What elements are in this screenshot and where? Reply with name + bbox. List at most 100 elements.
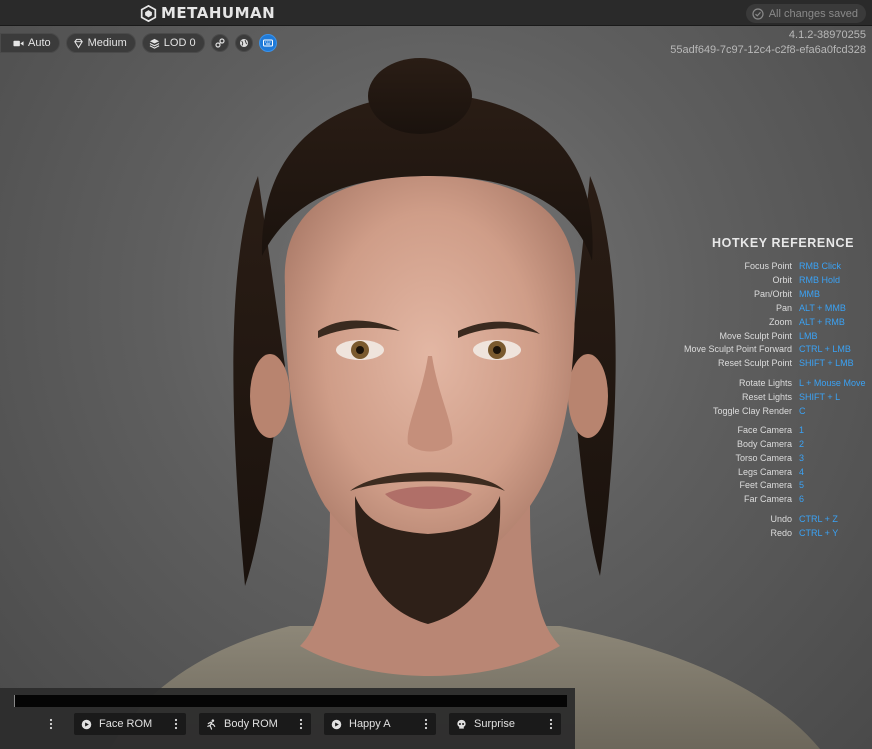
hotkey-row: Focus Point RMB Click bbox=[600, 259, 872, 273]
animation-slot-label: Happy A bbox=[349, 718, 391, 730]
hotkey-row: Torso Camera 3 bbox=[600, 451, 872, 465]
animation-slot-label: Face ROM bbox=[99, 718, 153, 730]
hotkey-action-label: Move Sculpt Point Forward bbox=[683, 344, 792, 354]
layers-icon bbox=[149, 38, 160, 49]
diamond-icon bbox=[73, 38, 83, 49]
hotkey-title: HOTKEY REFERENCE bbox=[712, 236, 855, 250]
keyboard-hotkeys-button[interactable] bbox=[258, 34, 277, 52]
logo-text: METAHUMAN bbox=[161, 4, 276, 22]
more-vertical-icon bbox=[549, 718, 553, 730]
hotkey-action-label: Undo bbox=[770, 514, 792, 524]
build-info: 4.1.2-38970255 55adf649-7c97-12c4-c2f8-e… bbox=[670, 28, 866, 58]
hotkey-row: Move Sculpt Point Forward CTRL + LMB bbox=[600, 342, 872, 356]
timeline-bar[interactable] bbox=[14, 695, 567, 707]
hotkey-action-label: Body Camera bbox=[736, 439, 792, 449]
hotkey-shortcut: 2 bbox=[799, 439, 805, 449]
hotkey-row: Reset Lights SHIFT + L bbox=[600, 390, 872, 404]
hotkey-shortcut: SHIFT + LMB bbox=[799, 358, 854, 368]
hotkey-row: Feet Camera 5 bbox=[600, 478, 872, 492]
skull-icon bbox=[456, 719, 467, 730]
animation-slot-menu[interactable] bbox=[292, 713, 310, 735]
hotkey-action-label: Torso Camera bbox=[735, 453, 792, 463]
globe-icon bbox=[239, 39, 248, 47]
hotkey-row: Zoom ALT + RMB bbox=[600, 315, 872, 329]
hotkey-shortcut: ALT + RMB bbox=[799, 317, 845, 327]
animation-slot-menu[interactable] bbox=[167, 713, 185, 735]
running-figure-icon bbox=[206, 718, 217, 730]
link-icon bbox=[214, 38, 225, 48]
hotkey-row: Face Camera 1 bbox=[600, 423, 872, 437]
quality-label: Medium bbox=[87, 37, 127, 49]
hotkey-shortcut: 1 bbox=[799, 425, 805, 435]
hotkey-shortcut: 6 bbox=[799, 494, 805, 504]
hotkey-shortcut: SHIFT + L bbox=[799, 392, 841, 402]
animation-slot-menu[interactable] bbox=[542, 713, 560, 735]
build-guid-text: 55adf649-7c97-12c4-c2f8-efa6a0fcd328 bbox=[670, 44, 866, 56]
save-status-text: All changes saved bbox=[768, 7, 858, 20]
hotkey-action-label: Feet Camera bbox=[739, 480, 792, 490]
hotkey-shortcut: RMB Click bbox=[799, 261, 841, 271]
hotkey-action-label: Zoom bbox=[768, 317, 792, 327]
hotkey-row: Far Camera 6 bbox=[600, 492, 872, 506]
hotkey-action-label: Focus Point bbox=[744, 261, 792, 271]
hotkey-row: Move Sculpt Point LMB bbox=[600, 329, 872, 343]
hotkey-row: Body Camera 2 bbox=[600, 437, 872, 451]
hotkey-row: Redo CTRL + Y bbox=[600, 526, 872, 540]
check-circle-icon bbox=[752, 7, 764, 20]
animation-options-menu[interactable] bbox=[42, 713, 60, 735]
hotkey-row: Pan ALT + MMB bbox=[600, 301, 872, 315]
hotkey-row: Reset Sculpt Point SHIFT + LMB bbox=[600, 356, 872, 370]
hotkey-row: Toggle Clay Render C bbox=[600, 404, 872, 418]
animation-bar: Face ROM Body ROM Happy A Surprise bbox=[0, 688, 575, 749]
keyboard-icon bbox=[262, 39, 273, 47]
hotkey-action-label: Redo bbox=[770, 528, 792, 538]
hotkey-action-label: Pan bbox=[775, 303, 792, 313]
app-title-bar: METAHUMAN All changes saved bbox=[0, 0, 872, 26]
face-icon bbox=[81, 719, 92, 730]
hotkey-shortcut: CTRL + LMB bbox=[799, 344, 851, 354]
save-status-badge: All changes saved bbox=[745, 4, 866, 23]
hotkey-shortcut: 4 bbox=[799, 467, 805, 477]
lod-label: LOD 0 bbox=[163, 37, 196, 49]
hotkey-row: Undo CTRL + Z bbox=[600, 512, 872, 526]
hotkey-action-label: Reset Sculpt Point bbox=[717, 358, 792, 368]
link-button[interactable] bbox=[210, 34, 229, 52]
hotkey-shortcut: MMB bbox=[799, 289, 820, 299]
hotkey-shortcut: LMB bbox=[799, 331, 818, 341]
version-text: 4.1.2-38970255 bbox=[788, 29, 866, 41]
hotkey-shortcut: 3 bbox=[799, 453, 805, 463]
hotkey-row: Legs Camera 4 bbox=[600, 465, 872, 479]
hotkey-action-label: Far Camera bbox=[743, 494, 792, 504]
hotkey-row: Rotate Lights L + Mouse Move bbox=[600, 376, 872, 390]
animation-slot-label: Surprise bbox=[474, 718, 515, 730]
globe-button[interactable] bbox=[234, 34, 253, 52]
quality-button[interactable]: Medium bbox=[65, 33, 136, 53]
hotkey-action-label: Face Camera bbox=[737, 425, 792, 435]
hotkey-row: Orbit RMB Hold bbox=[600, 273, 872, 287]
viewport-toolbar: Auto Medium LOD 0 bbox=[0, 33, 277, 53]
hotkey-shortcut: ALT + MMB bbox=[799, 303, 846, 313]
hotkey-action-label: Move Sculpt Point bbox=[719, 331, 792, 341]
more-vertical-icon bbox=[424, 718, 428, 730]
animation-slot-label: Body ROM bbox=[224, 718, 278, 730]
hotkey-action-label: Rotate Lights bbox=[738, 378, 792, 388]
hotkey-shortcut: L + Mouse Move bbox=[799, 378, 866, 388]
animation-slot-menu[interactable] bbox=[417, 713, 435, 735]
camera-mode-button[interactable]: Auto bbox=[0, 33, 60, 53]
more-vertical-icon bbox=[174, 718, 178, 730]
hotkey-action-label: Toggle Clay Render bbox=[712, 406, 792, 416]
hotkey-shortcut: CTRL + Y bbox=[799, 528, 839, 538]
more-vertical-icon bbox=[299, 718, 303, 730]
lod-button[interactable]: LOD 0 bbox=[141, 33, 205, 53]
hotkey-shortcut: CTRL + Z bbox=[799, 514, 838, 524]
more-vertical-icon bbox=[49, 718, 53, 730]
hotkey-shortcut: C bbox=[799, 406, 806, 416]
face-icon bbox=[331, 719, 342, 730]
hotkey-action-label: Legs Camera bbox=[737, 467, 792, 477]
video-camera-icon bbox=[13, 40, 24, 46]
metahuman-hex-icon bbox=[140, 4, 157, 22]
hotkey-action-label: Reset Lights bbox=[741, 392, 792, 402]
hotkey-shortcut: RMB Hold bbox=[799, 275, 841, 285]
hotkey-action-label: Orbit bbox=[772, 275, 792, 285]
metahuman-logo: METAHUMAN bbox=[140, 4, 275, 22]
